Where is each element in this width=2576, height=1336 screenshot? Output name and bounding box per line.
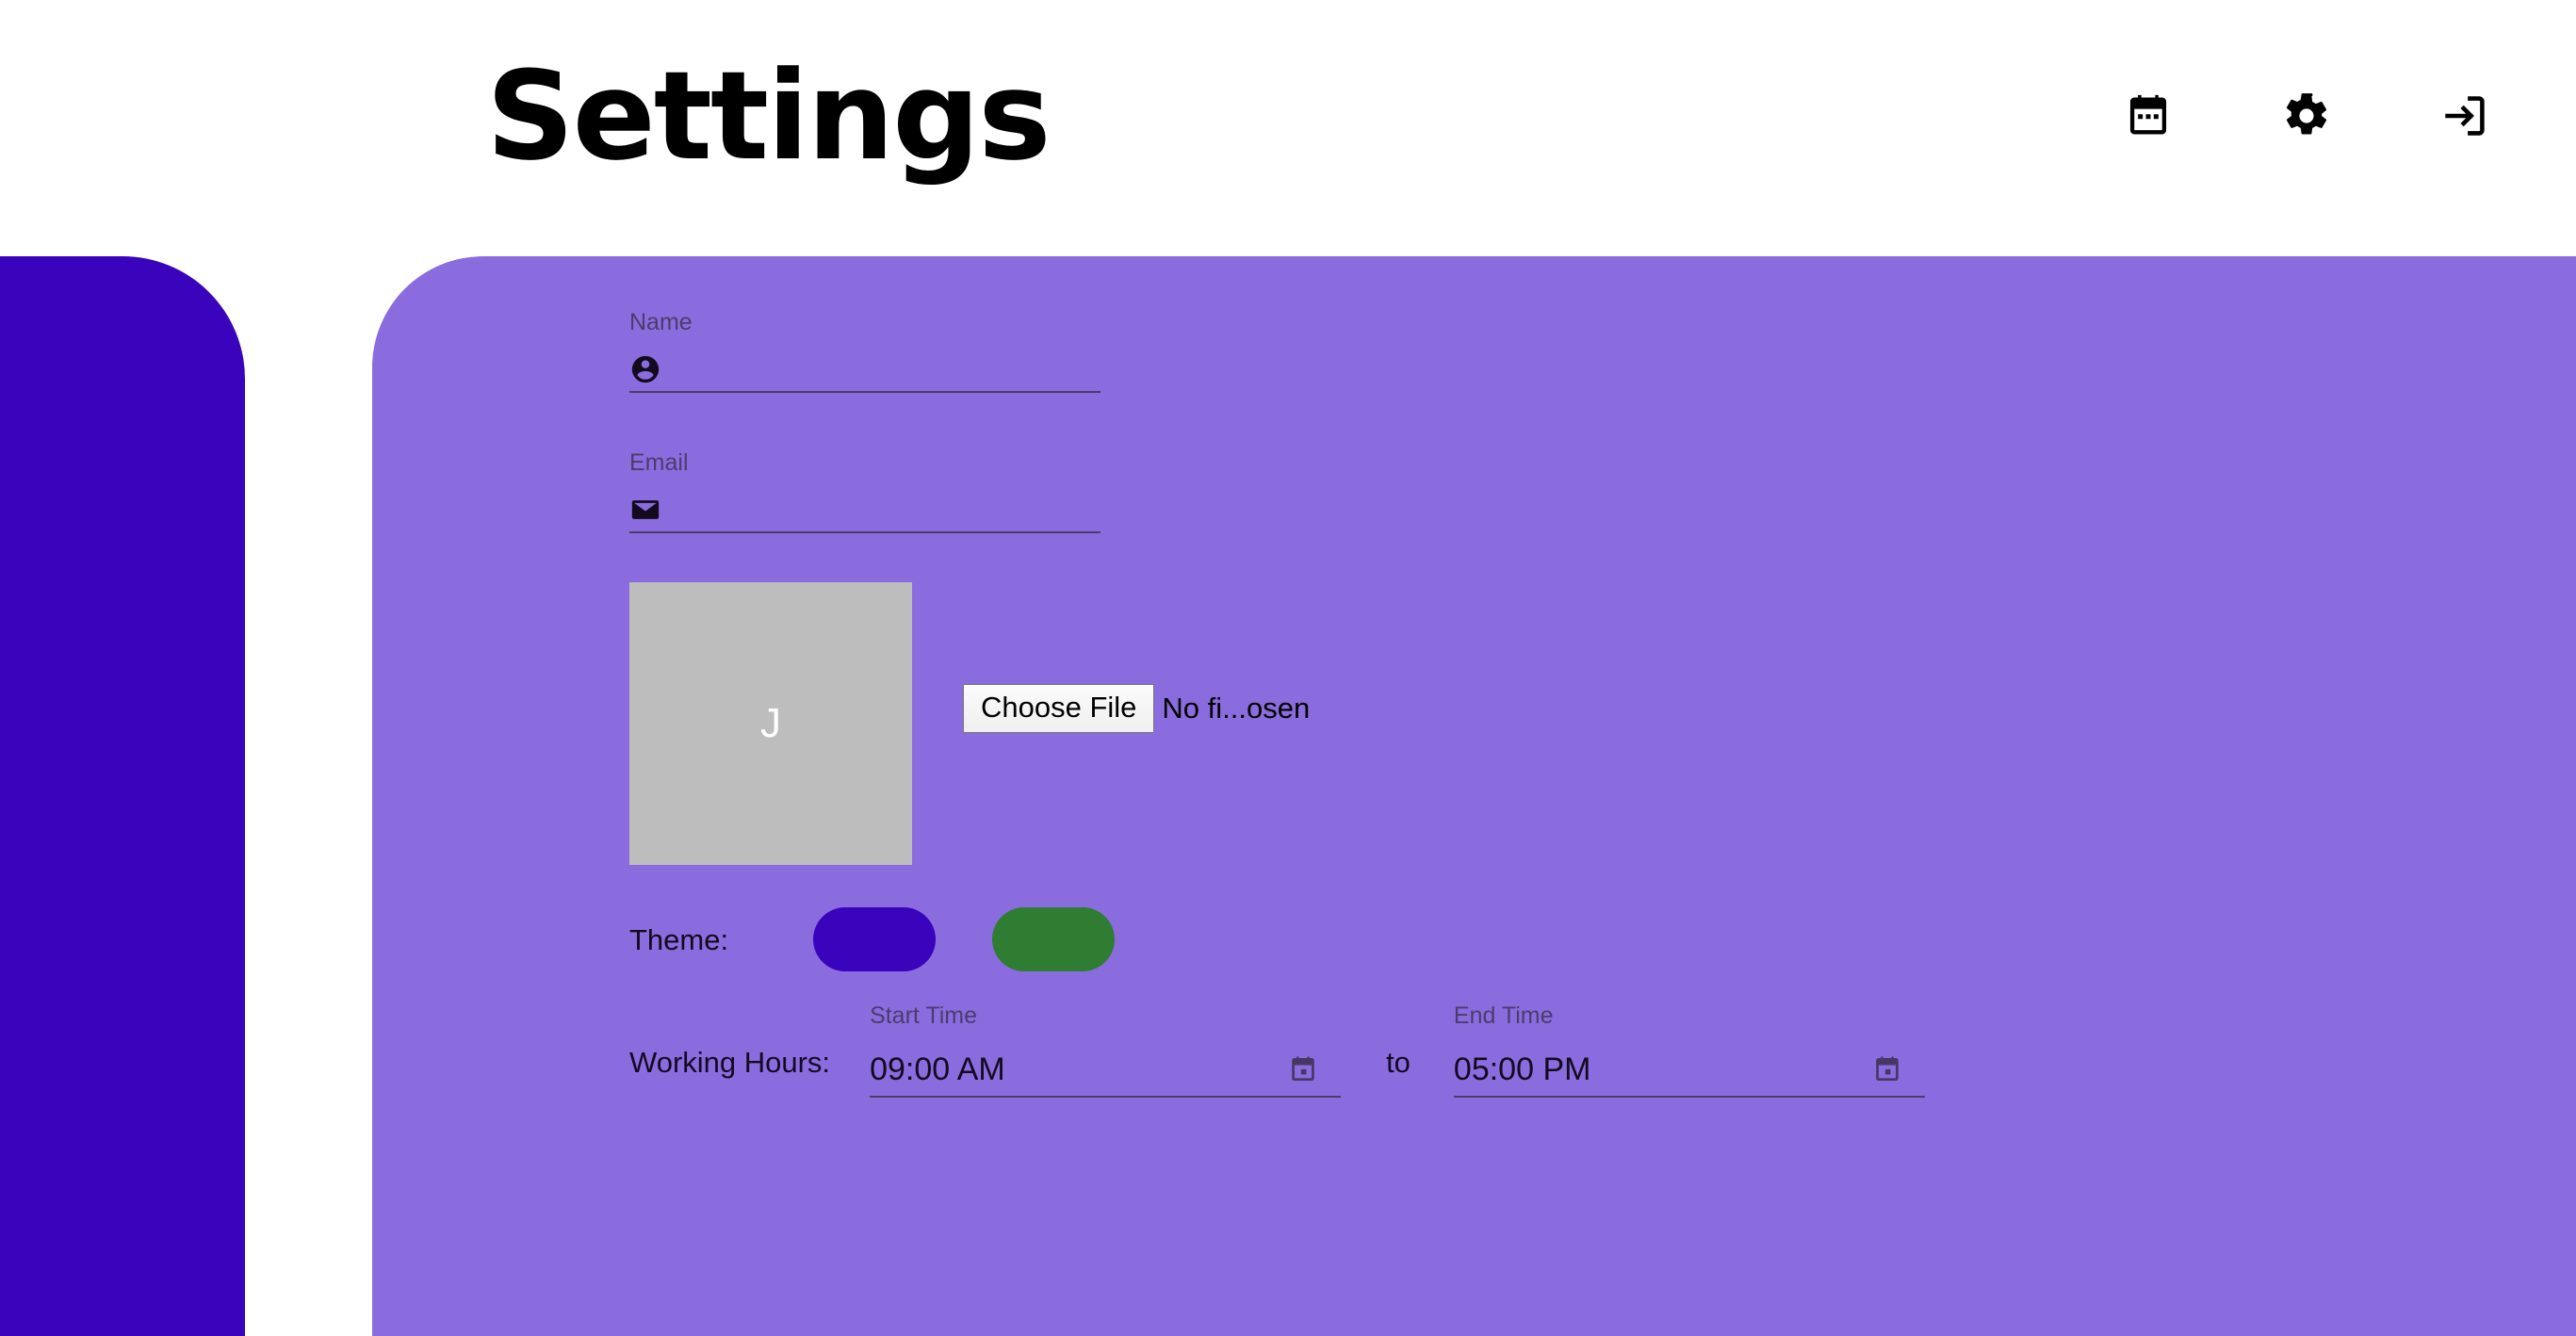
header-actions — [2122, 90, 2491, 142]
logout-button[interactable] — [2438, 90, 2491, 142]
name-label: Name — [629, 309, 693, 335]
email-icon — [629, 494, 661, 526]
name-field-group: Name — [629, 311, 2325, 393]
name-input-wrapper[interactable] — [629, 348, 1101, 393]
end-time-input[interactable] — [1453, 1048, 1871, 1091]
end-time-input-wrapper[interactable] — [1453, 1043, 1925, 1098]
theme-row: Theme: — [629, 906, 2325, 972]
calendar-view-button[interactable] — [2122, 90, 2175, 142]
page-title: Settings — [486, 44, 1052, 187]
calendar-icon — [2124, 91, 2173, 140]
avatar-initial: J — [760, 700, 781, 746]
theme-label: Theme: — [629, 922, 729, 956]
email-input-wrapper[interactable] — [629, 488, 1101, 533]
theme-swatch-purple[interactable] — [813, 907, 937, 971]
settings-button[interactable] — [2280, 90, 2333, 142]
gear-icon — [2282, 91, 2331, 140]
choose-file-button[interactable]: Choose File — [963, 684, 1155, 733]
name-input[interactable] — [661, 350, 1101, 388]
settings-form: Name Email J Choose File No fi...osen Th… — [629, 311, 2325, 1098]
file-status-text: No fi...osen — [1162, 692, 1311, 725]
page-header: Settings — [0, 0, 2576, 256]
start-time-label: Start Time — [870, 1002, 977, 1029]
email-input[interactable] — [661, 491, 1101, 529]
start-time-field: Start Time — [870, 1002, 1342, 1098]
working-hours-label: Working Hours: — [629, 1046, 831, 1079]
end-time-field: End Time — [1453, 1002, 1925, 1098]
avatar-row: J Choose File No fi...osen — [629, 582, 2325, 865]
start-time-input-wrapper[interactable] — [870, 1043, 1342, 1098]
start-time-input[interactable] — [870, 1048, 1288, 1091]
end-time-calendar-icon[interactable] — [1871, 1053, 1903, 1085]
theme-swatch-green[interactable] — [992, 907, 1116, 971]
start-time-calendar-icon[interactable] — [1287, 1053, 1319, 1085]
end-time-label: End Time — [1453, 1002, 1554, 1029]
email-field-group: Email — [629, 451, 2325, 533]
avatar: J — [629, 582, 912, 865]
accent-side-panel — [0, 256, 245, 1336]
login-arrow-icon — [2440, 91, 2489, 140]
working-hours-row: Working Hours: Start Time to End Time — [629, 1004, 2325, 1098]
email-label: Email — [629, 449, 689, 476]
avatar-file-input[interactable]: Choose File No fi...osen — [963, 684, 1310, 733]
account-circle-icon — [629, 353, 661, 385]
time-range-separator: to — [1386, 1046, 1410, 1079]
